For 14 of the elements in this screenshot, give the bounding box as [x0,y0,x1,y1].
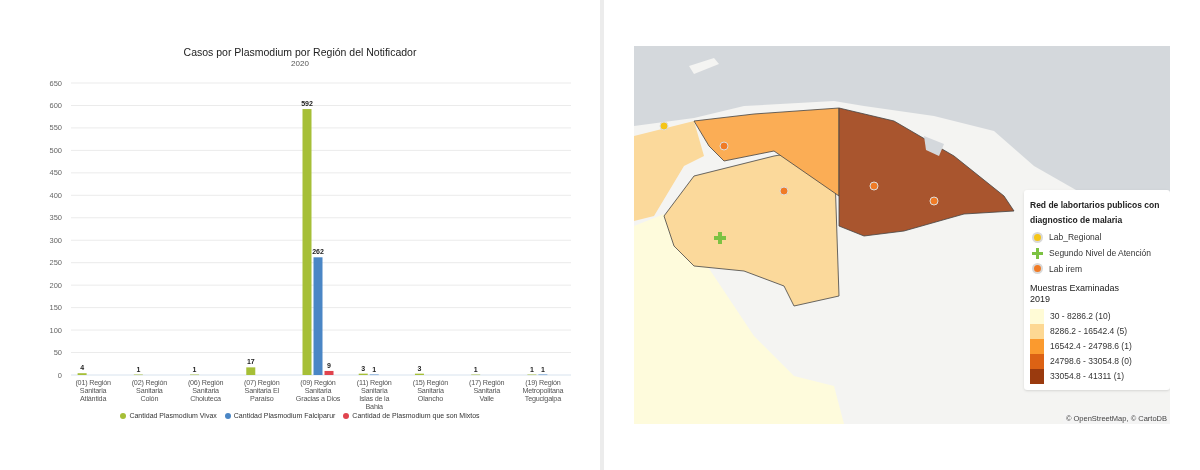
legend-label: 30 - 8286.2 (10) [1050,310,1111,324]
legend-title: Red de labortarios publicos con diagnostico de malaria [1030,199,1161,227]
legend-label: Lab_Regional [1049,231,1102,244]
legend-label: 8286.2 - 16542.4 (5) [1050,325,1128,339]
legend-year: 2019 [1030,294,1052,306]
legend-label: Segundo Nivel de Atención [1049,246,1152,260]
bar [246,367,256,375]
chart-title: Casos por Plasmodium por Región del Notificador [183,46,417,59]
legend-label: 16542.4 - 24798.6 (1) [1050,340,1132,354]
chart-subtitle: 2020 [291,59,309,69]
legend-label: 24798.6 - 33054.8 (0) [1050,355,1132,369]
legend-title: Muestras Examinadas [1030,283,1121,295]
legend-label: 33054.8 - 41311 (1) [1050,370,1125,384]
legend-label: Lab irem [1049,262,1083,276]
